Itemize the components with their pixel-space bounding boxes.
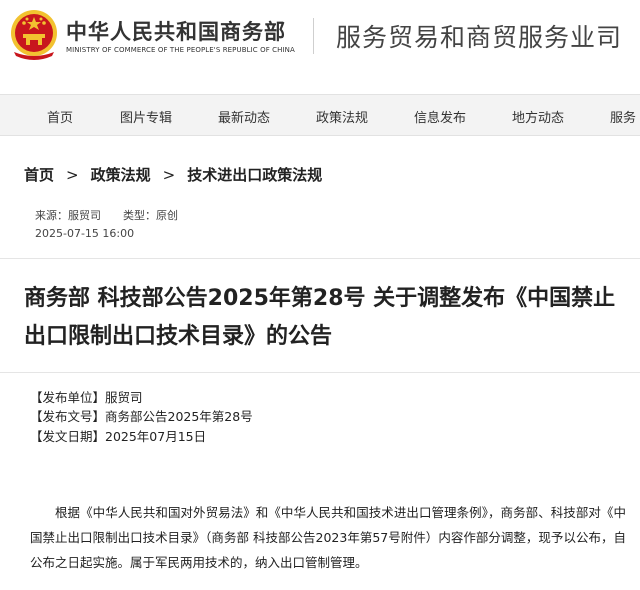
nav-item-info-release[interactable]: 信息发布 <box>414 107 466 126</box>
article-type: 类型：原创 <box>123 209 178 222</box>
header-divider <box>313 18 314 54</box>
nav-item-local-news[interactable]: 地方动态 <box>512 107 564 126</box>
site-name[interactable]: 服务贸易和商贸服务业司 <box>336 18 622 54</box>
breadcrumb-home[interactable]: 首页 <box>24 166 54 184</box>
info-issue-date: 【发文日期】2025年07月15日 <box>30 429 207 444</box>
ministry-name-en: MINISTRY OF COMMERCE OF THE PEOPLE'S REP… <box>66 46 295 54</box>
breadcrumb-policies[interactable]: 政策法规 <box>91 166 151 184</box>
nav-item-photo-album[interactable]: 图片专辑 <box>120 107 172 126</box>
nav-item-policies[interactable]: 政策法规 <box>316 107 368 126</box>
nav-item-latest-news[interactable]: 最新动态 <box>218 107 270 126</box>
info-document-number: 【发布文号】商务部公告2025年第28号 <box>30 409 253 424</box>
breadcrumb-separator: > <box>66 166 79 184</box>
breadcrumb-separator: > <box>162 166 176 184</box>
divider-line <box>0 258 640 259</box>
info-issuer: 【发布单位】服贸司 <box>30 390 143 405</box>
article-title: 商务部 科技部公告2025年第28号 关于调整发布《中国禁止出口限制出口技术目录… <box>24 286 616 349</box>
article-datetime: 2025-07-15 16:00 <box>35 227 135 240</box>
ministry-name-cn[interactable]: 中华人民共和国商务部 <box>66 16 286 46</box>
article-meta: 来源：服贸司 类型：原创 <box>35 207 178 223</box>
nav-item-home[interactable]: 首页 <box>47 107 73 126</box>
national-emblem-icon[interactable] <box>8 8 60 62</box>
site-header: 中华人民共和国商务部 MINISTRY OF COMMERCE OF THE P… <box>0 0 640 78</box>
main-nav: 首页 图片专辑 最新动态 政策法规 信息发布 地方动态 服务 <box>0 94 640 136</box>
article-body-paragraph: 根据《中华人民共和国对外贸易法》和《中华人民共和国技术进出口管理条例》，商务部、… <box>30 505 626 570</box>
nav-item-services[interactable]: 服务 <box>610 107 636 126</box>
divider-line <box>0 372 640 373</box>
breadcrumb: 首页 > 政策法规 > 技术进出口政策法规 <box>24 164 322 185</box>
article-source: 来源：服贸司 <box>35 209 101 222</box>
breadcrumb-tech-trade-policies[interactable]: 技术进出口政策法规 <box>187 166 322 184</box>
